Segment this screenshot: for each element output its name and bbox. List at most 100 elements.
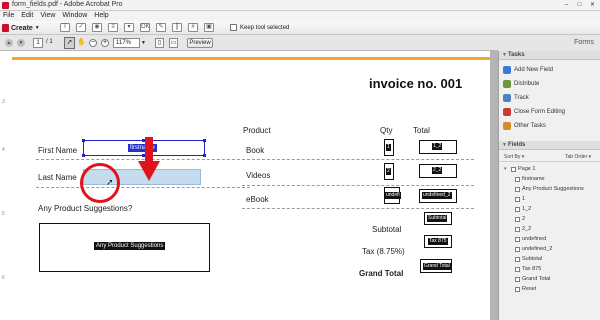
total-field-3[interactable]: undefined_2 [419, 189, 457, 203]
total-field-1[interactable]: 1_2 [419, 140, 457, 154]
distribute-icon [503, 80, 511, 88]
tree-field-item[interactable]: firstname [515, 176, 545, 182]
preview-button[interactable]: Preview [187, 38, 213, 48]
task-distribute[interactable]: Distribute [503, 80, 539, 88]
checkbox-tool-icon[interactable]: ✓ [76, 23, 86, 32]
subtotal-field[interactable]: Subtotal [424, 212, 452, 225]
forms-header: Forms [498, 35, 600, 51]
resize-handle[interactable] [82, 139, 85, 142]
field-icon [515, 246, 520, 252]
tree-field-item[interactable]: undefined [515, 236, 546, 242]
close-window-button[interactable]: ✕ [587, 1, 598, 9]
page-total: / 1 [46, 39, 53, 45]
button-tool-icon[interactable]: OK [140, 23, 150, 32]
qty-field-2[interactable]: 2 [384, 163, 394, 180]
tree-field-item[interactable]: 2 [515, 216, 525, 222]
signature-tool-icon[interactable]: ✎ [156, 23, 166, 32]
chevron-down-icon: ▼ [502, 52, 507, 58]
form-text-field-icon[interactable]: T [60, 23, 70, 32]
tree-field-item[interactable]: 1 [515, 196, 525, 202]
document-area: 3 4 5 6 invoice no. 001 First Name Last … [0, 51, 498, 320]
tree-field-item[interactable]: Tax 875 [515, 266, 541, 272]
suggestions-field[interactable]: Any Product Suggestions [39, 223, 210, 272]
keep-tool-checkbox[interactable] [230, 24, 237, 31]
dropdown-tool-icon[interactable]: ▾ [124, 23, 134, 32]
list-box-tool-icon[interactable]: ≡ [108, 23, 118, 32]
qty-field-1[interactable]: 1 [384, 139, 394, 156]
menu-edit[interactable]: Edit [21, 11, 33, 21]
fields-header[interactable]: ▼ Fields [499, 141, 600, 150]
tree-field-item[interactable]: 1_2 [515, 206, 531, 212]
maximize-button[interactable]: □ [574, 1, 585, 9]
task-other-tasks[interactable]: Other Tasks [503, 122, 546, 130]
add-field-icon [503, 66, 511, 74]
menu-window[interactable]: Window [62, 11, 87, 21]
create-button[interactable]: Create ▼ [2, 23, 40, 33]
page-icon [511, 166, 516, 172]
resize-handle[interactable] [82, 154, 85, 157]
task-close-form-editing[interactable]: Close Form Editing [503, 108, 565, 116]
field-icon [515, 276, 520, 282]
sort-by-dropdown[interactable]: Sort By ▾ [504, 154, 524, 160]
task-add-new-field[interactable]: Add New Field [503, 66, 553, 74]
page-number-input[interactable]: 1 [33, 38, 43, 48]
tab-order-dropdown[interactable]: Tab Order ▾ [565, 154, 591, 160]
field-icon [515, 196, 520, 202]
tree-field-item[interactable]: Subtotal [515, 256, 542, 262]
tree-page-1[interactable]: ▾ Page 1 [504, 166, 535, 172]
red-arrow-annotation [138, 137, 160, 181]
main-toolbar: Create ▼ T ✓ ◉ ≡ ▾ OK ✎ ║ # ▣ Keep tool … [0, 21, 600, 35]
minimize-button[interactable]: – [561, 1, 572, 9]
keep-tool-selected[interactable]: Keep tool selected [230, 24, 289, 31]
product-videos-label: Videos [246, 171, 271, 180]
field-icon [515, 176, 520, 182]
divider [242, 159, 474, 160]
date-tool-icon[interactable]: # [188, 23, 198, 32]
zoom-out-icon[interactable]: − [89, 39, 97, 47]
tree-field-item[interactable]: undefined_2 [515, 246, 552, 252]
resize-handle[interactable] [203, 139, 206, 142]
prev-page-icon[interactable]: ▲ [5, 39, 13, 47]
tree-field-item[interactable]: Reset [515, 286, 536, 292]
grand-total-field[interactable]: Grand Total [420, 259, 452, 273]
mouse-cursor-icon: ➚ [106, 177, 114, 187]
product-book-label: Book [246, 146, 265, 155]
tree-field-item[interactable]: 2_2 [515, 226, 531, 232]
pdf-page: invoice no. 001 First Name Last Name Any… [12, 51, 490, 320]
menu-file[interactable]: File [3, 11, 14, 21]
hand-tool-icon[interactable]: ✋ [77, 38, 86, 48]
image-tool-icon[interactable]: ▣ [204, 23, 214, 32]
total-field-2[interactable]: 2_2 [419, 164, 457, 178]
field-icon [515, 186, 520, 192]
fit-width-icon[interactable]: ▭ [169, 38, 178, 48]
tree-field-item[interactable]: Any Product Suggestions [515, 186, 584, 192]
chevron-down-icon: ▼ [34, 25, 40, 31]
barcode-tool-icon[interactable]: ║ [172, 23, 182, 32]
fit-page-icon[interactable]: ▯ [155, 38, 164, 48]
other-tasks-icon [503, 122, 511, 130]
tasks-header[interactable]: ▼ Tasks [499, 51, 600, 60]
create-icon [2, 24, 9, 32]
menu-view[interactable]: View [40, 11, 55, 21]
ruler-mark: 5 [2, 211, 5, 217]
vertical-scrollbar[interactable] [490, 51, 498, 320]
tree-field-item[interactable]: Grand Total [515, 276, 550, 282]
field-icon [515, 206, 520, 212]
zoom-input[interactable]: 117% [113, 38, 140, 48]
forms-task-panel: ▼ Tasks Add New Field Distribute Track C… [498, 51, 600, 320]
select-tool-icon[interactable]: ➚ [64, 37, 75, 49]
radio-tool-icon[interactable]: ◉ [92, 23, 102, 32]
next-page-icon[interactable]: ▼ [17, 39, 25, 47]
resize-handle[interactable] [203, 154, 206, 157]
menu-help[interactable]: Help [94, 11, 108, 21]
zoom-dropdown-icon[interactable]: ▼ [141, 40, 146, 46]
ruler-mark: 6 [2, 275, 5, 281]
tax-field[interactable]: Tax 875 [424, 235, 452, 248]
grand-total-label: Grand Total [359, 269, 404, 278]
red-circle-annotation [80, 163, 120, 203]
task-track[interactable]: Track [503, 94, 529, 102]
field-icon [515, 236, 520, 242]
qty-field-3[interactable]: undefi [384, 187, 401, 204]
zoom-in-icon[interactable]: + [101, 39, 109, 47]
collapse-icon[interactable]: ▾ [504, 166, 509, 172]
